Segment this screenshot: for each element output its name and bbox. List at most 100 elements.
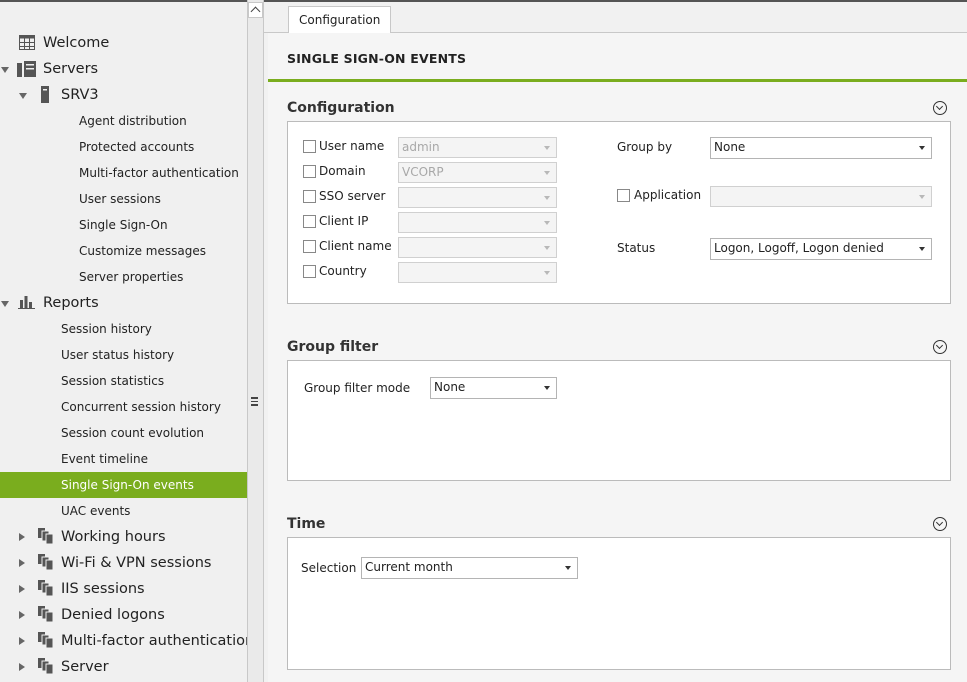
time-section-title: Time bbox=[287, 516, 326, 532]
sso-server-label: SSO server bbox=[319, 189, 386, 203]
tree-item-session-statistics[interactable]: Session statistics bbox=[0, 368, 247, 394]
page-title: SINGLE SIGN-ON EVENTS bbox=[287, 51, 467, 66]
collapsed-arrow-icon[interactable] bbox=[19, 611, 25, 619]
client-name-label: Client name bbox=[319, 239, 392, 253]
expanded-arrow-icon[interactable] bbox=[1, 67, 9, 73]
dropdown-arrow-icon bbox=[544, 386, 550, 390]
collapse-group-filter-icon[interactable] bbox=[933, 340, 947, 354]
tree-item-label: Servers bbox=[43, 61, 99, 77]
group-filter-mode-combo[interactable]: None bbox=[430, 377, 557, 399]
dropdown-arrow-icon bbox=[544, 246, 550, 250]
tree-item-label: Session statistics bbox=[61, 374, 165, 388]
tree-item-label: Single Sign-On events bbox=[61, 478, 194, 492]
tree-item-welcome[interactable]: Welcome bbox=[0, 30, 247, 56]
title-underline bbox=[268, 79, 967, 82]
tree-item-label: Session count evolution bbox=[61, 426, 205, 440]
tree-item-label: Multi-factor authentication bbox=[79, 166, 239, 180]
server-icon bbox=[41, 86, 49, 103]
reports-folder-icon bbox=[38, 580, 53, 596]
dropdown-arrow-icon bbox=[544, 221, 550, 225]
tree-item-session-history[interactable]: Session history bbox=[0, 316, 247, 342]
client-name-combo[interactable] bbox=[398, 237, 557, 258]
tab-bar: Configuration bbox=[264, 0, 967, 34]
collapsed-arrow-icon[interactable] bbox=[19, 585, 25, 593]
expanded-arrow-icon[interactable] bbox=[1, 301, 9, 307]
application-label: Application bbox=[634, 188, 702, 202]
tree-item-label: User status history bbox=[61, 348, 175, 362]
tree-item-user-sessions[interactable]: User sessions bbox=[0, 186, 247, 212]
tab-configuration[interactable]: Configuration bbox=[288, 6, 392, 34]
collapsed-arrow-icon[interactable] bbox=[19, 559, 25, 567]
combo-value: None bbox=[714, 140, 746, 154]
tree-item-label: Server bbox=[61, 659, 109, 675]
status-combo[interactable]: Logon, Logoff, Logon denied bbox=[710, 238, 932, 260]
domain-checkbox[interactable] bbox=[303, 165, 316, 178]
tree-item-label: User sessions bbox=[79, 192, 161, 206]
sso-server-checkbox[interactable] bbox=[303, 190, 316, 203]
tree-item-label: Denied logons bbox=[61, 607, 165, 623]
tree-item-srv3[interactable]: SRV3 bbox=[0, 82, 247, 108]
tree-item-single-sign-on-events[interactable]: Single Sign-On events bbox=[0, 472, 247, 498]
tree-item-protected-accounts[interactable]: Protected accounts bbox=[0, 134, 247, 160]
user-name-checkbox[interactable] bbox=[303, 140, 316, 153]
tree-item-single-sign-on[interactable]: Single Sign-On bbox=[0, 212, 247, 238]
tree-item-agent-distribution[interactable]: Agent distribution bbox=[0, 108, 247, 134]
tree-item-user-status-history[interactable]: User status history bbox=[0, 342, 247, 368]
combo-value: Current month bbox=[365, 560, 453, 574]
tree-item-label: Agent distribution bbox=[79, 114, 187, 128]
tree-item-mfa-reports[interactable]: Multi-factor authentication bbox=[0, 628, 247, 654]
dropdown-arrow-icon bbox=[544, 196, 550, 200]
application-combo[interactable] bbox=[710, 186, 932, 207]
tree-item-label: Server properties bbox=[79, 270, 184, 284]
tree-item-label: Multi-factor authentication bbox=[61, 633, 247, 649]
tree-item-label: Protected accounts bbox=[79, 140, 195, 154]
collapsed-arrow-icon[interactable] bbox=[19, 663, 25, 671]
tree-item-wifi-vpn-sessions[interactable]: Wi-Fi & VPN sessions bbox=[0, 550, 247, 576]
report-content: SINGLE SIGN-ON EVENTS Configuration User… bbox=[268, 33, 967, 682]
tree-item-label: Welcome bbox=[43, 35, 110, 51]
tree-item-server-reports[interactable]: Server bbox=[0, 654, 247, 680]
splitter-grip-icon[interactable] bbox=[251, 397, 258, 408]
application-checkbox[interactable] bbox=[617, 189, 630, 202]
tree-item-session-count-evolution[interactable]: Session count evolution bbox=[0, 420, 247, 446]
user-name-combo[interactable]: admin bbox=[398, 137, 557, 158]
collapse-configuration-icon[interactable] bbox=[933, 101, 947, 115]
tree-item-label: Concurrent session history bbox=[61, 400, 221, 414]
client-ip-checkbox[interactable] bbox=[303, 215, 316, 228]
configuration-section-title: Configuration bbox=[287, 100, 395, 116]
tree-item-reports[interactable]: Reports bbox=[0, 290, 247, 316]
time-selection-combo[interactable]: Current month bbox=[361, 557, 578, 579]
tree-item-event-timeline[interactable]: Event timeline bbox=[0, 446, 247, 472]
country-combo[interactable] bbox=[398, 262, 557, 283]
group-filter-mode-label: Group filter mode bbox=[304, 381, 411, 395]
combo-value: VCORP bbox=[402, 165, 444, 179]
tree-item-uac-events[interactable]: UAC events bbox=[0, 498, 247, 524]
tree-item-label: Customize messages bbox=[79, 244, 206, 258]
tree-item-servers[interactable]: Servers bbox=[0, 56, 247, 82]
sso-server-combo[interactable] bbox=[398, 187, 557, 208]
reports-folder-icon bbox=[38, 632, 53, 648]
client-name-checkbox[interactable] bbox=[303, 240, 316, 253]
tree-item-concurrent-session-history[interactable]: Concurrent session history bbox=[0, 394, 247, 420]
tree-item-denied-logons[interactable]: Denied logons bbox=[0, 602, 247, 628]
client-ip-combo[interactable] bbox=[398, 212, 557, 233]
group-by-combo[interactable]: None bbox=[710, 137, 932, 159]
country-checkbox[interactable] bbox=[303, 265, 316, 278]
domain-combo[interactable]: VCORP bbox=[398, 162, 557, 183]
pane-splitter[interactable] bbox=[247, 0, 264, 682]
collapsed-arrow-icon[interactable] bbox=[19, 533, 25, 541]
tree-item-iis-sessions[interactable]: IIS sessions bbox=[0, 576, 247, 602]
expanded-arrow-icon[interactable] bbox=[19, 93, 27, 99]
group-by-label: Group by bbox=[617, 140, 673, 154]
tree-item-working-hours[interactable]: Working hours bbox=[0, 524, 247, 550]
collapse-time-icon[interactable] bbox=[933, 517, 947, 531]
tree-item-multi-factor-authentication[interactable]: Multi-factor authentication bbox=[0, 160, 247, 186]
configuration-panel: User name admin Domain VCORP SSO server … bbox=[287, 121, 951, 304]
collapsed-arrow-icon[interactable] bbox=[19, 637, 25, 645]
combo-value: Logon, Logoff, Logon denied bbox=[714, 241, 884, 255]
scroll-up-button[interactable] bbox=[248, 2, 263, 18]
tree-item-customize-messages[interactable]: Customize messages bbox=[0, 238, 247, 264]
dropdown-arrow-icon bbox=[544, 146, 550, 150]
tree-item-server-properties[interactable]: Server properties bbox=[0, 264, 247, 290]
reports-folder-icon bbox=[38, 528, 53, 544]
